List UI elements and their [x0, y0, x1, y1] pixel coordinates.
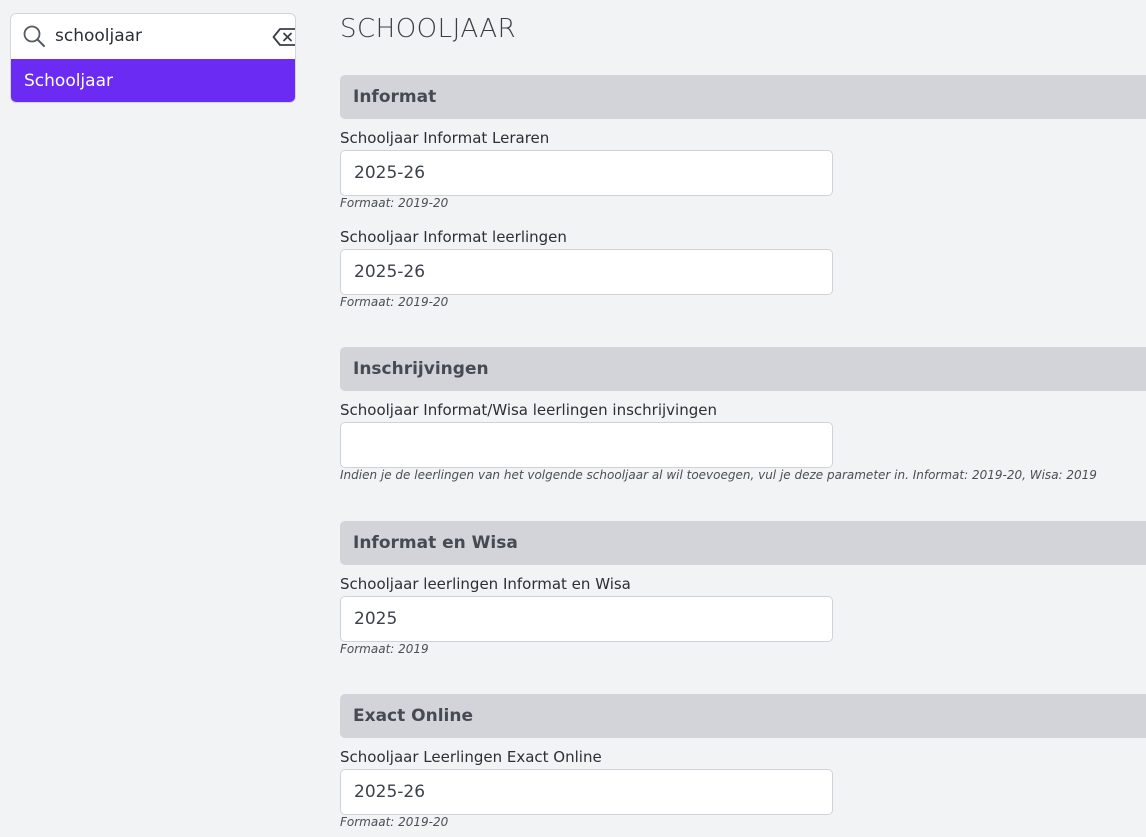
- field-input-informat-leerlingen[interactable]: [340, 249, 833, 295]
- search-row: [11, 14, 295, 59]
- search-icon: [23, 25, 45, 47]
- field-help-exact-online: Formaat: 2019-20: [340, 815, 449, 829]
- field-help-informat-en-wisa: Formaat: 2019: [340, 642, 429, 656]
- field-label-exact-online: Schooljaar Leerlingen Exact Online: [340, 748, 602, 766]
- section-header-inschrijvingen: Inschrijvingen: [340, 347, 1146, 391]
- field-label-inschrijvingen: Schooljaar Informat/Wisa leerlingen insc…: [340, 401, 717, 419]
- section-header-informat-en-wisa: Informat en Wisa: [340, 521, 1146, 565]
- field-help-inschrijvingen: Indien je de leerlingen van het volgende…: [340, 468, 1097, 482]
- field-input-informat-en-wisa[interactable]: [340, 596, 833, 642]
- field-label-informat-leerlingen: Schooljaar Informat leerlingen: [340, 228, 567, 246]
- field-input-informat-leraren[interactable]: [340, 150, 833, 196]
- field-help-informat-leraren: Formaat: 2019-20: [340, 196, 449, 210]
- search-input[interactable]: [55, 22, 255, 50]
- field-input-exact-online[interactable]: [340, 769, 833, 815]
- search-result-item[interactable]: Schooljaar: [11, 59, 295, 102]
- backspace-clear-icon[interactable]: [272, 26, 296, 48]
- section-header-exact-online: Exact Online: [340, 694, 1146, 738]
- sidebar-search-panel: Schooljaar: [10, 13, 296, 103]
- field-label-informat-en-wisa: Schooljaar leerlingen Informat en Wisa: [340, 575, 631, 593]
- field-help-informat-leerlingen: Formaat: 2019-20: [340, 295, 449, 309]
- section-header-informat: Informat: [340, 75, 1146, 119]
- field-label-informat-leraren: Schooljaar Informat Leraren: [340, 129, 550, 147]
- field-input-inschrijvingen[interactable]: [340, 422, 833, 468]
- page-title: SCHOOLJAAR: [340, 14, 517, 44]
